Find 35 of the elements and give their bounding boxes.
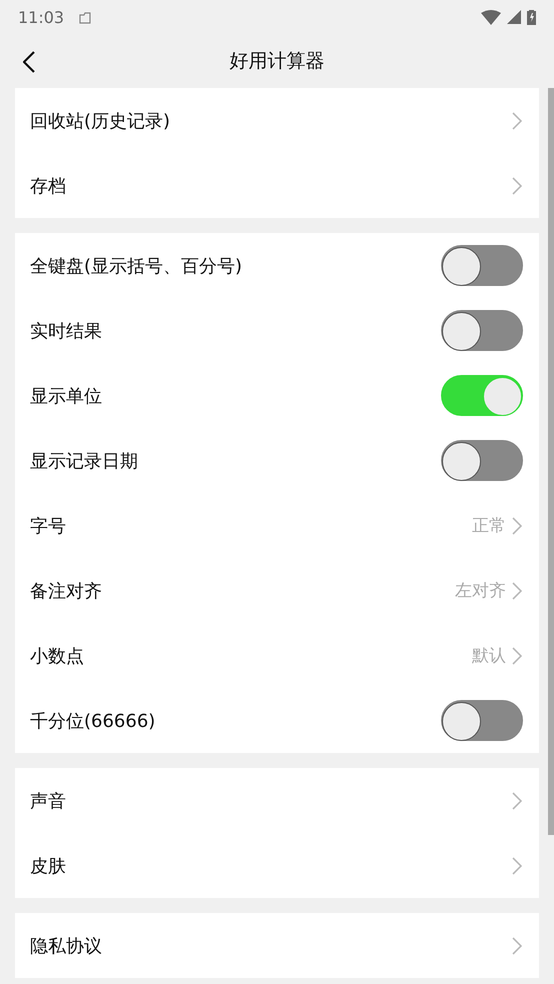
wifi-icon [481,10,501,24]
chevron-right-icon [512,582,522,600]
toggle-switch[interactable] [441,310,523,351]
setting-label: 皮肤 [30,854,66,878]
chevron-right-icon [512,856,522,874]
setting-value: 默认 [472,645,506,667]
chevron-right-icon [512,646,522,664]
toggle-switch[interactable] [441,440,523,481]
setting-value: 左对齐 [455,580,506,602]
setting-label: 显示单位 [30,384,102,408]
setting-value: 正常 [472,515,506,537]
setting-label: 实时结果 [30,320,102,342]
setting-label: 全键盘(显示括号、百分号) [30,254,242,278]
toggle-switch[interactable] [441,700,523,741]
toggle-switch[interactable] [441,245,523,286]
chevron-right-icon [512,176,522,194]
setting-label: 声音 [30,790,66,812]
status-time: 11:03 [18,8,64,26]
setting-label: 显示记录日期 [30,450,138,472]
setting-label: 回收站(历史记录) [30,110,170,132]
signal-icon [507,10,521,24]
setting-label: 字号 [30,514,66,538]
chevron-right-icon [512,516,522,534]
setting-label: 备注对齐 [30,580,102,602]
page-title: 好用计算器 [230,49,324,74]
setting-label: 小数点 [30,644,84,668]
setting-label: 存档 [30,174,66,198]
chevron-right-icon [512,936,522,954]
setting-label: 千分位(66666) [30,710,156,732]
chevron-right-icon [512,112,522,130]
toggle-switch[interactable] [441,375,523,416]
notification-icon [78,10,92,24]
chevron-right-icon [512,792,522,810]
setting-label: 隐私协议 [30,934,102,958]
battery-icon [527,9,536,25]
